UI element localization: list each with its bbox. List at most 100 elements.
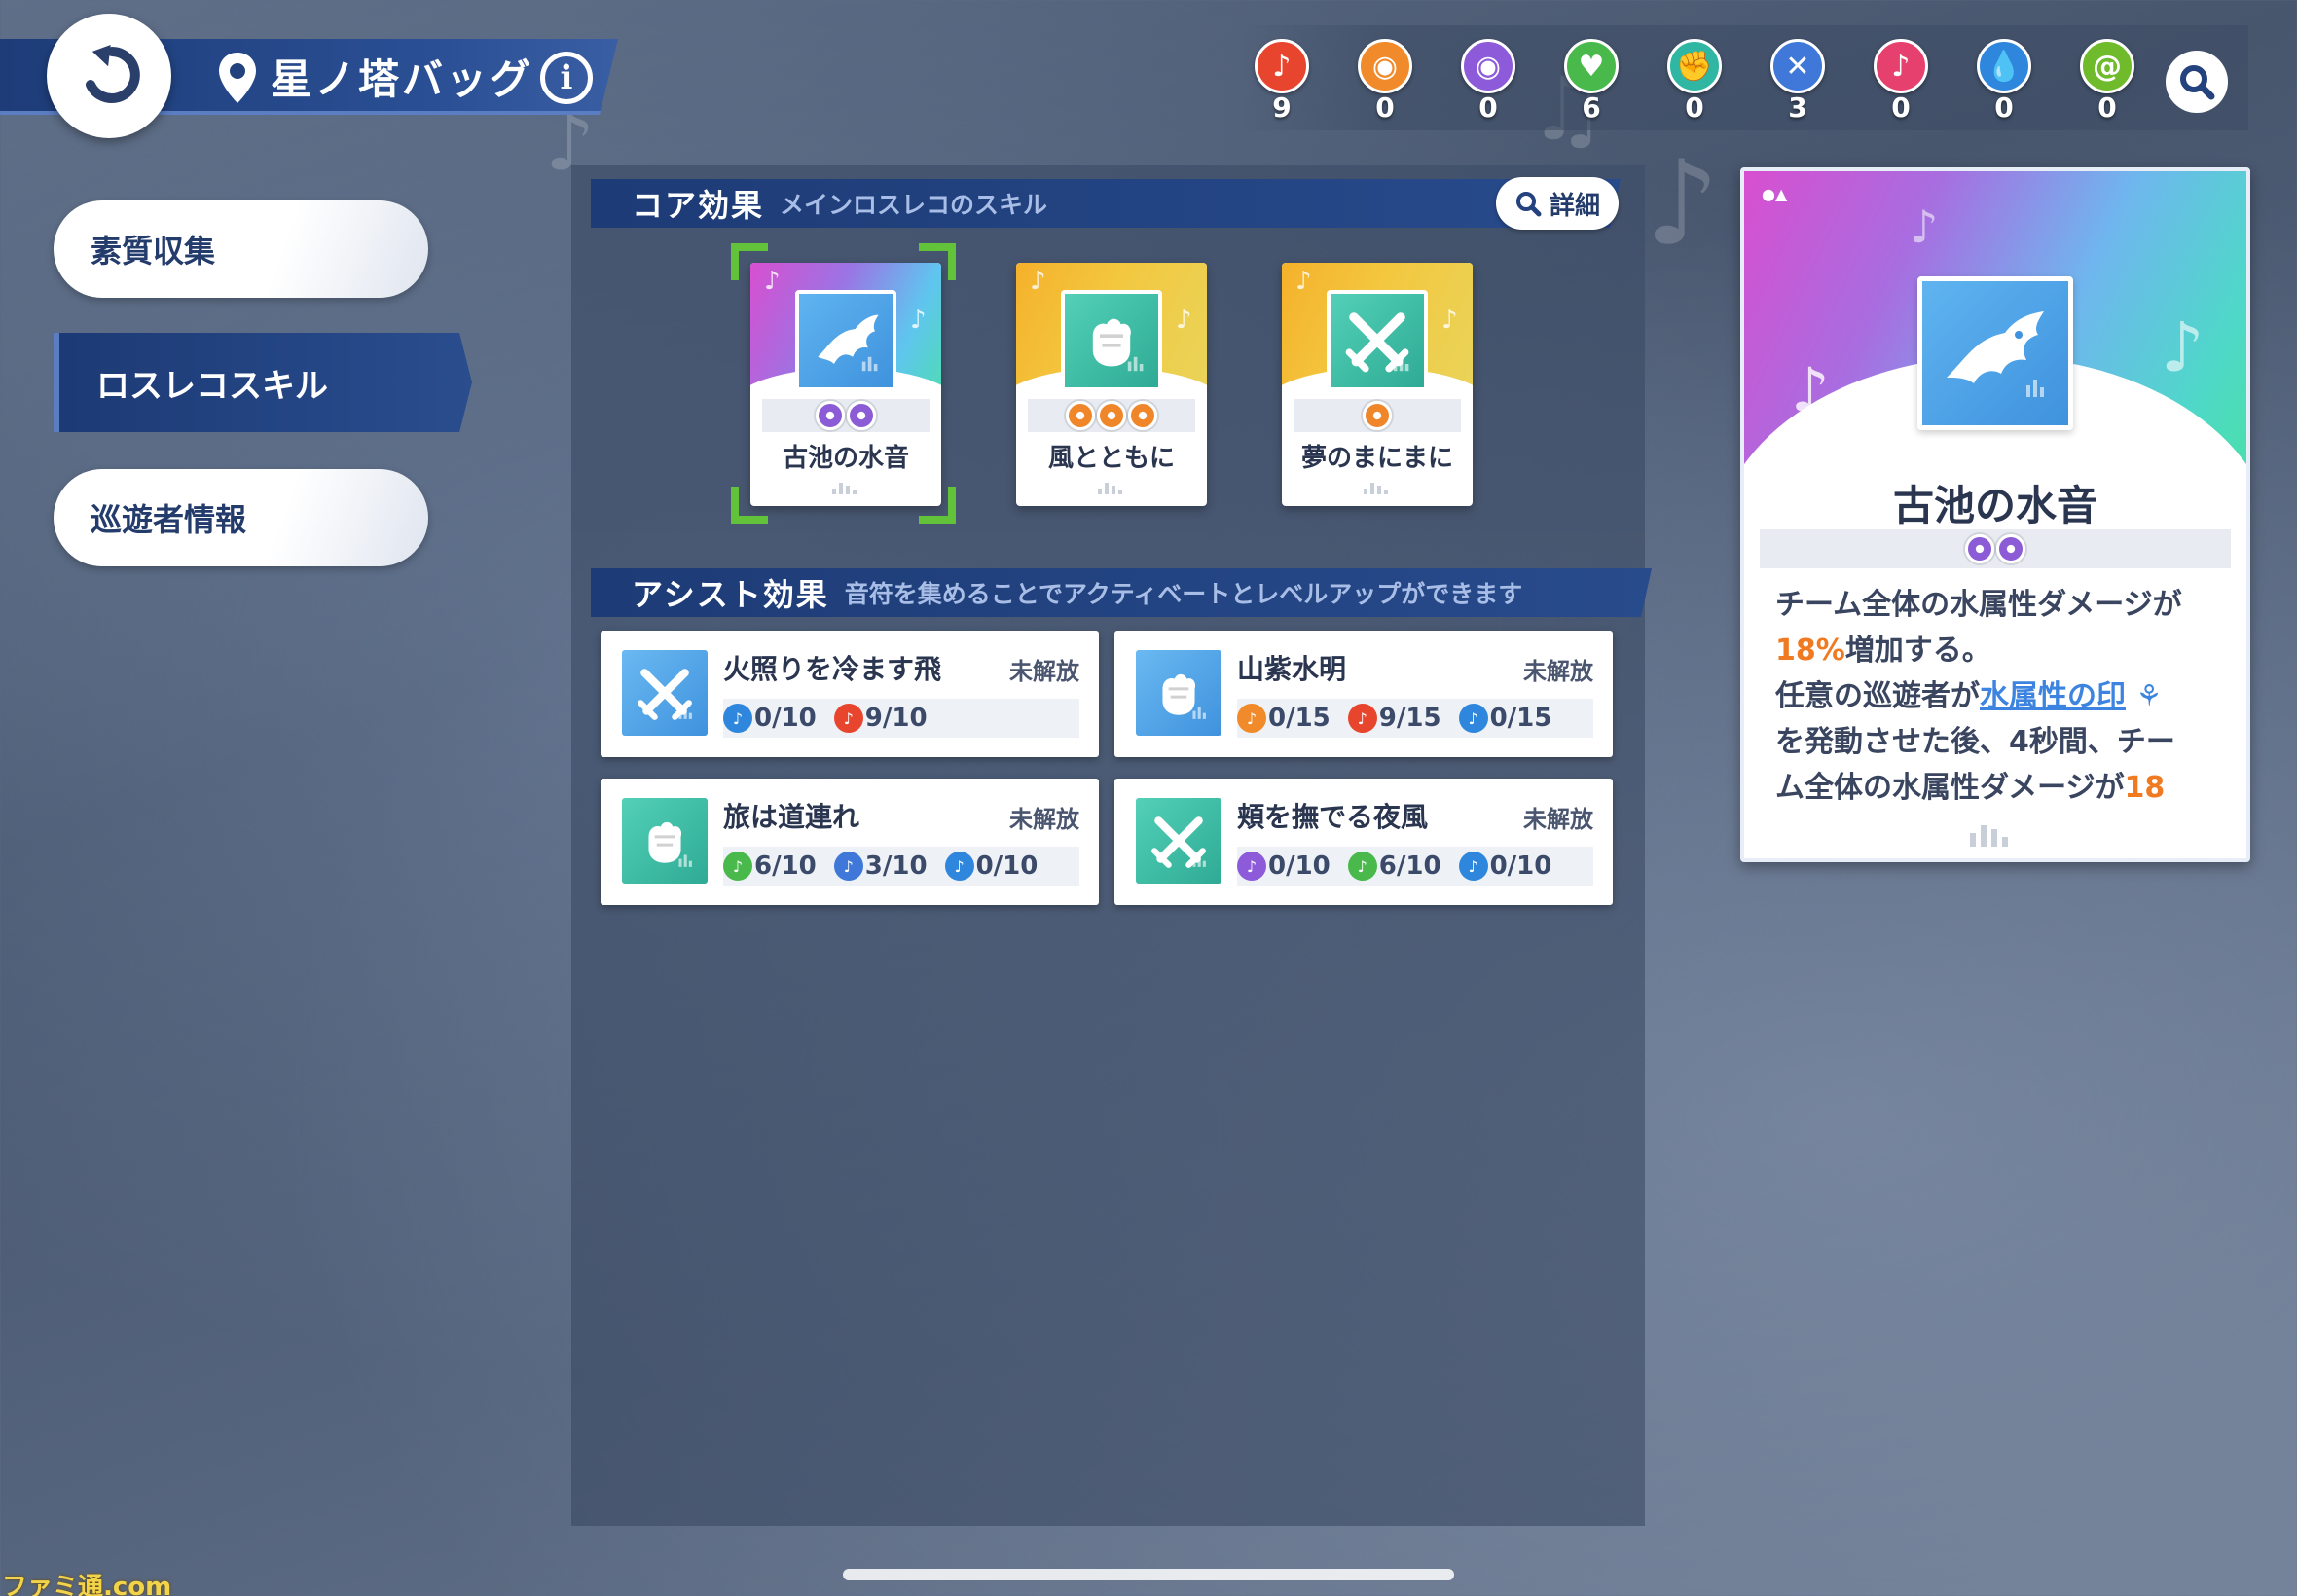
- info-icon: i: [560, 58, 573, 97]
- card-level-pips: [1028, 399, 1195, 432]
- crossed-swords-icon: [622, 650, 708, 736]
- core-card-name: 古池の水音: [782, 444, 909, 473]
- music-note-icon: ♪: [1176, 306, 1192, 335]
- fist-icon: [1136, 650, 1221, 736]
- level-pip: [1965, 534, 1994, 563]
- level-pip: [1066, 401, 1095, 430]
- desc-line: を発動させた後、4秒間、チー: [1775, 725, 2175, 759]
- note-requirement-icon: ♪: [944, 852, 974, 881]
- assist-skill-card[interactable]: 頬を撫でる夜風 未解放 ♪ 0/10 ♪ 6/10 ♪ 0/10: [1114, 779, 1613, 905]
- music-note-icon: ♪: [1441, 306, 1458, 335]
- core-effect-header: コア効果 メインロスレコのスキル: [591, 179, 1621, 228]
- desc-line: 18%増加する。: [1775, 628, 2223, 673]
- note-requirement-value: 6/10: [754, 852, 817, 881]
- watermark-logo: ファミ通.com: [2, 1573, 172, 1596]
- green-wind-note-icon: @: [2080, 39, 2134, 93]
- detail-button-label: 詳細: [1549, 191, 1600, 221]
- core-skill-card[interactable]: ♪ ♪ 古池の水音: [750, 263, 941, 506]
- core-skill-card[interactable]: ♪ ♪ 風とともに: [1016, 263, 1207, 506]
- note-count: 0: [2097, 91, 2117, 124]
- note-counter[interactable]: ♪ 0: [1867, 39, 1935, 124]
- note-counter[interactable]: @ 0: [2073, 39, 2141, 124]
- detail-skill-name: 古池の水音: [1892, 482, 2097, 529]
- core-effect-title: コア効果: [632, 187, 765, 224]
- menu-item-traveler-info[interactable]: 巡遊者情報: [54, 469, 428, 566]
- music-note-icon: ♪: [910, 306, 927, 335]
- note-counter[interactable]: ◉ 0: [1351, 39, 1419, 124]
- music-note-icon: ♪: [2161, 308, 2205, 387]
- assist-card-status: 未解放: [1009, 806, 1079, 833]
- note-count: 0: [1994, 91, 2014, 124]
- level-pip: [1128, 401, 1157, 430]
- assist-card-status: 未解放: [1009, 658, 1079, 685]
- search-icon: [2180, 65, 2215, 100]
- blue-water-note-icon: 💧: [1977, 39, 2031, 93]
- assist-effect-title: アシスト効果: [632, 576, 829, 613]
- note-requirement-icon: ♪: [1458, 852, 1488, 881]
- note-requirement: ♪ 9/15: [1347, 704, 1441, 733]
- menu-item-losreco-skill[interactable]: ロスレコスキル: [54, 333, 472, 432]
- detail-button[interactable]: 詳細: [1496, 177, 1619, 230]
- card-bars-icon: [832, 481, 861, 494]
- card-bars-icon: [1098, 481, 1127, 494]
- card-level-pips: [762, 399, 930, 432]
- assist-skill-card[interactable]: 火照りを冷ます飛 未解放 ♪ 0/10 ♪ 9/10: [601, 631, 1099, 757]
- note-requirement-icon: ♪: [723, 852, 752, 881]
- note-counter[interactable]: ✕ 3: [1764, 39, 1832, 124]
- note-requirement: ♪ 0/10: [1458, 852, 1552, 881]
- fist-icon: [1061, 290, 1162, 391]
- pink-flame-note-icon: ♪: [1874, 39, 1928, 93]
- note-counter[interactable]: ✊ 0: [1660, 39, 1729, 124]
- note-counter[interactable]: ♥ 6: [1557, 39, 1625, 124]
- fist-icon: [622, 798, 708, 884]
- note-requirement-value: 0/10: [1268, 852, 1331, 881]
- desc-highlight: 18%: [1775, 634, 1845, 668]
- note-counter[interactable]: ◉ 0: [1454, 39, 1522, 124]
- note-requirement-value: 0/10: [975, 852, 1039, 881]
- detail-bars-icon: [1970, 825, 2008, 847]
- note-requirement: ♪ 9/10: [833, 704, 928, 733]
- assist-card-name: 旅は道連れ: [723, 801, 860, 833]
- home-indicator[interactable]: [843, 1569, 1454, 1580]
- note-counter[interactable]: 💧 0: [1970, 39, 2038, 124]
- teal-fist-note-icon: ✊: [1667, 39, 1722, 93]
- note-requirement: ♪ 0/10: [723, 704, 817, 733]
- note-requirement-value: 0/10: [1489, 852, 1552, 881]
- assist-card-requirements: ♪ 0/10 ♪ 9/10: [723, 699, 1079, 738]
- assist-card-requirements: ♪ 0/15 ♪ 9/15 ♪ 0/15: [1237, 699, 1593, 738]
- back-button[interactable]: [47, 14, 171, 138]
- water-mark-link[interactable]: 水属性の印: [1980, 679, 2126, 713]
- note-requirement: ♪ 0/15: [1458, 704, 1551, 733]
- water-leaf-icon: ⚘: [2126, 679, 2163, 713]
- orange-eye-note-icon: ◉: [1358, 39, 1412, 93]
- skill-detail-card: ●▲ ♪ ♪ ♪ 古池の水音 チーム全体の水属性ダメージが 18%増加する。 任…: [1740, 167, 2250, 862]
- page-title: 星ノ塔バッグ: [271, 55, 534, 103]
- search-button[interactable]: [2166, 51, 2228, 113]
- menu-item-trait-collection[interactable]: 素質収集: [54, 200, 428, 298]
- note-requirement-icon: ♪: [1237, 704, 1266, 733]
- blue-crossed-swords-note-icon: ✕: [1770, 39, 1825, 93]
- assist-skill-card[interactable]: 旅は道連れ 未解放 ♪ 6/10 ♪ 3/10 ♪ 0/10: [601, 779, 1099, 905]
- background-music-note: ♪: [1645, 136, 1720, 272]
- detail-level-pips: [1760, 529, 2231, 568]
- assist-skill-card[interactable]: 山紫水明 未解放 ♪ 0/15 ♪ 9/15 ♪ 0/15: [1114, 631, 1613, 757]
- note-requirement: ♪ 0/10: [1237, 852, 1331, 881]
- info-button[interactable]: i: [540, 52, 593, 104]
- assist-card-name: 火照りを冷ます飛: [723, 653, 942, 685]
- red-sword-note-icon: ♪: [1255, 39, 1309, 93]
- core-effect-subtitle: メインロスレコのスキル: [780, 191, 1048, 219]
- selection-bracket: [919, 487, 956, 524]
- note-requirement-icon: ♪: [1347, 704, 1377, 733]
- note-counter[interactable]: ♪ 9: [1248, 39, 1316, 124]
- note-requirement-value: 0/15: [1268, 704, 1331, 733]
- music-note-icon: ♪: [1295, 267, 1312, 296]
- assist-card-requirements: ♪ 6/10 ♪ 3/10 ♪ 0/10: [723, 847, 1079, 886]
- detail-description: チーム全体の水属性ダメージが 18%増加する。 任意の巡遊者が水属性の印 ⚘ を…: [1775, 582, 2223, 811]
- note-requirement-value: 3/10: [864, 852, 928, 881]
- note-count: 0: [1375, 91, 1395, 124]
- purple-eye-note-icon: ◉: [1461, 39, 1515, 93]
- selection-bracket: [731, 487, 768, 524]
- card-bars-icon: [1364, 481, 1393, 494]
- selection-bracket: [919, 243, 956, 280]
- core-skill-card[interactable]: ♪ ♪ 夢のまにまに: [1282, 263, 1473, 506]
